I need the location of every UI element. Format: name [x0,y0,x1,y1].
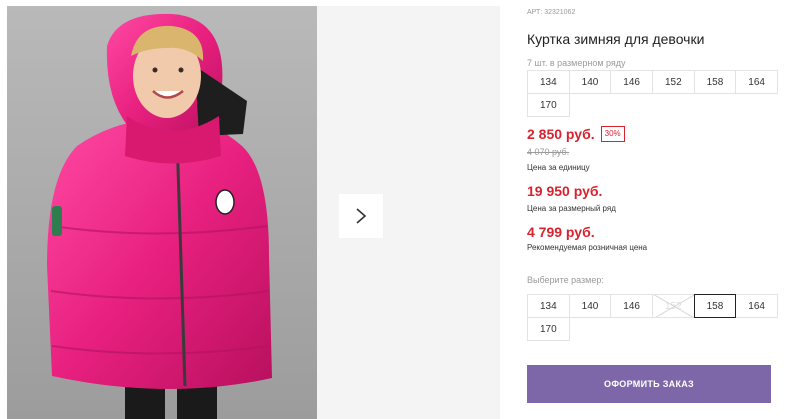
pack-price-label: Цена за размерный ряд [527,204,616,213]
recommended-price-label: Рекомендуемая розничная цена [527,243,648,252]
unit-price-label: Цена за единицу [527,163,590,172]
pack-size-cell: 134 [527,70,570,94]
size-option-140[interactable]: 140 [568,294,612,318]
size-option-146[interactable]: 146 [610,294,653,318]
old-price: 4 070 руб. [527,147,570,157]
pack-size-cell: 152 [651,70,695,94]
size-option-158-selected[interactable]: 158 [693,294,737,318]
pack-size-cell: 158 [693,70,737,94]
unit-price-row: 2 850 руб. 30% [527,126,625,142]
product-page: АРТ: 32321062 Куртка зимняя для девочки … [0,0,800,419]
pack-size-cell: 170 [527,93,570,117]
pack-size-label: 7 шт. в размерном ряду [527,58,626,68]
product-photo[interactable] [7,6,317,419]
pack-size-grid: 134 140 146 152 158 164 170 [527,70,778,117]
article-value: 32321062 [544,9,576,16]
size-selector: 134 140 146 152 158 164 170 [527,294,778,341]
pack-size-cell: 146 [610,70,653,94]
pack-price: 19 950 руб. [527,183,603,199]
place-order-button[interactable]: ОФОРМИТЬ ЗАКАЗ [527,365,771,403]
choose-size-label: Выберите размер: [527,275,604,285]
next-image-button[interactable] [339,194,383,238]
discount-badge: 30% [600,126,625,142]
unit-price: 2 850 руб. [527,126,595,142]
pack-size-cell: 140 [568,70,612,94]
size-option-170[interactable]: 170 [527,317,570,341]
product-gallery [7,6,500,419]
size-option-152-unavailable: 152 [651,294,695,318]
size-option-134[interactable]: 134 [527,294,570,318]
product-title: Куртка зимняя для девочки [527,31,705,47]
chevron-right-icon [356,208,367,224]
size-option-164[interactable]: 164 [735,294,778,318]
article-number: АРТ: 32321062 [527,9,575,16]
article-label: АРТ: [527,9,543,16]
recommended-price: 4 799 руб. [527,224,595,240]
pack-size-cell: 164 [735,70,778,94]
